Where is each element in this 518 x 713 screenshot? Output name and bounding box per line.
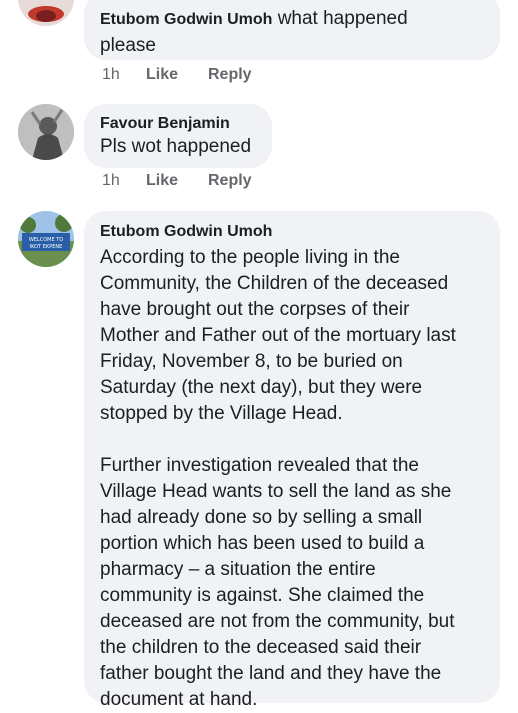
comment-line: Mother and Father out of the mortuary la… — [100, 325, 456, 346]
avatar[interactable] — [18, 104, 74, 160]
avatar-photo-icon: WELCOME TO IKOT EKPENE — [18, 211, 74, 267]
comment-bubble: Favour Benjamin Pls wot happened — [84, 104, 272, 168]
comment-text: Pls wot happened — [100, 136, 252, 157]
comment-body: Etubom Godwin Umoh what happened — [100, 6, 484, 33]
reply-button[interactable]: Reply — [208, 66, 252, 84]
avatar-sign-text-1: WELCOME TO — [29, 237, 63, 243]
avatar-photo-icon — [18, 0, 74, 26]
comment-bubble: Etubom Godwin Umoh what happened please — [84, 0, 500, 60]
reply-button[interactable]: Reply — [208, 172, 252, 190]
comment-line: Community, the Children of the deceased — [100, 273, 449, 294]
comment-line: Village Head wants to sell the land as s… — [100, 481, 452, 502]
comment-line: Further investigation revealed that the — [100, 455, 419, 476]
comment-author[interactable]: Etubom Godwin Umoh — [100, 221, 484, 243]
comment-paragraph-2: Further investigation revealed that the … — [100, 453, 484, 713]
comment-line: Friday, November 8, to be buried on — [100, 351, 403, 372]
like-button[interactable]: Like — [146, 66, 208, 84]
avatar-photo-icon — [18, 104, 74, 160]
comment-timestamp[interactable]: 1h — [102, 66, 146, 84]
comment-line: community is against. She claimed the — [100, 585, 425, 606]
comment-bubble: Etubom Godwin Umoh According to the peop… — [84, 211, 500, 710]
comment-line: father bought the land and they have the — [100, 663, 442, 684]
comment-line: deceased are not from the community, but — [100, 611, 455, 632]
comment-line: document at hand. — [100, 689, 258, 710]
avatar[interactable]: WELCOME TO IKOT EKPENE — [18, 211, 74, 267]
comment-author[interactable]: Favour Benjamin — [100, 114, 256, 134]
comment-author[interactable]: Etubom Godwin Umoh — [100, 11, 272, 28]
comment-line: have brought out the corpses of their — [100, 299, 410, 320]
comment-line: the children to the deceased said their — [100, 637, 422, 658]
comment-text-line: please — [100, 35, 156, 56]
comment-line: stopped by the Village Head. — [100, 403, 343, 424]
comment-line: According to the people living in the — [100, 247, 400, 268]
comment-actions: 1h Like Reply — [102, 172, 252, 190]
avatar[interactable] — [18, 0, 74, 26]
comment-line: pharmacy – a situation the entire — [100, 559, 376, 580]
comment-actions: 1h Like Reply — [102, 66, 252, 84]
comment-paragraph-1: According to the people living in the Co… — [100, 245, 484, 427]
like-button[interactable]: Like — [146, 172, 208, 190]
comment-text: what happened — [277, 8, 408, 29]
comment-line: Saturday (the next day), but they were — [100, 377, 423, 398]
avatar-sign-text-2: IKOT EKPENE — [30, 244, 63, 250]
comment-line: portion which has been used to build a — [100, 533, 425, 554]
comment-line: had already done so by selling a small — [100, 507, 423, 528]
comment-timestamp[interactable]: 1h — [102, 172, 146, 190]
